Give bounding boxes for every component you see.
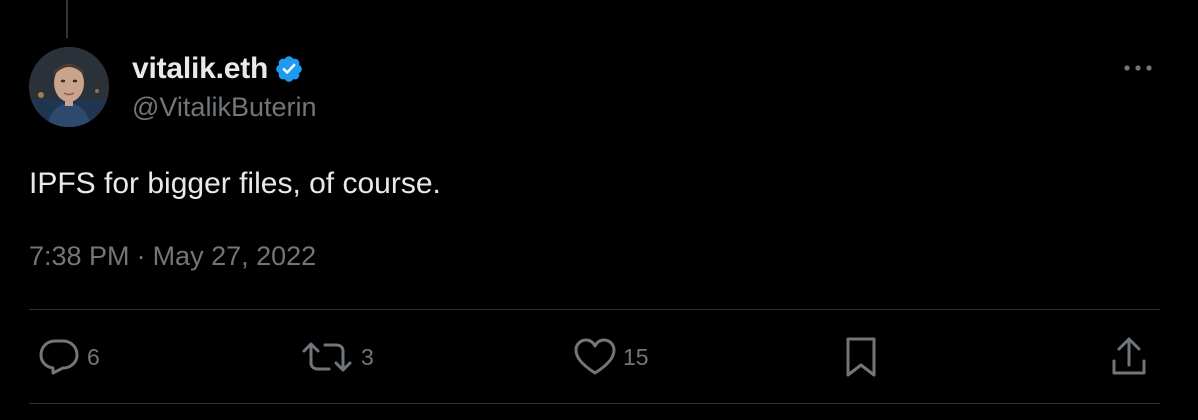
avatar[interactable]: [29, 47, 109, 127]
divider-top: [29, 309, 1160, 310]
heart-icon: [573, 337, 617, 377]
share-icon: [1109, 335, 1149, 379]
reply-icon: [37, 337, 81, 377]
bookmark-icon: [841, 335, 881, 379]
retweet-button[interactable]: 3: [299, 334, 374, 380]
retweet-icon: [299, 337, 355, 377]
bookmark-button[interactable]: [841, 334, 881, 380]
reply-count: 6: [87, 343, 100, 370]
display-name[interactable]: vitalik.eth: [132, 52, 268, 86]
tweet-time[interactable]: 7:38 PM: [29, 241, 130, 272]
verified-badge-icon: [274, 54, 304, 84]
divider-bottom: [29, 403, 1160, 404]
more-horizontal-icon: [1124, 65, 1152, 71]
share-button[interactable]: [1109, 334, 1149, 380]
reply-button[interactable]: 6: [37, 334, 100, 380]
like-count: 15: [623, 343, 649, 370]
meta-separator: ·: [136, 241, 146, 271]
avatar-image: [29, 47, 109, 127]
author-handle[interactable]: @VitalikButerin: [132, 92, 317, 123]
thread-connector-line: [66, 0, 68, 38]
action-bar: 6 3 15: [29, 334, 1160, 380]
retweet-count: 3: [361, 343, 374, 370]
author-name-row[interactable]: vitalik.eth: [132, 52, 304, 86]
like-button[interactable]: 15: [573, 334, 649, 380]
tweet-date[interactable]: May 27, 2022: [153, 241, 317, 272]
tweet-text: IPFS for bigger files, of course.: [29, 167, 441, 200]
more-options-button[interactable]: [1120, 56, 1156, 80]
tweet-timestamp[interactable]: 7:38 PM · May 27, 2022: [29, 241, 316, 272]
